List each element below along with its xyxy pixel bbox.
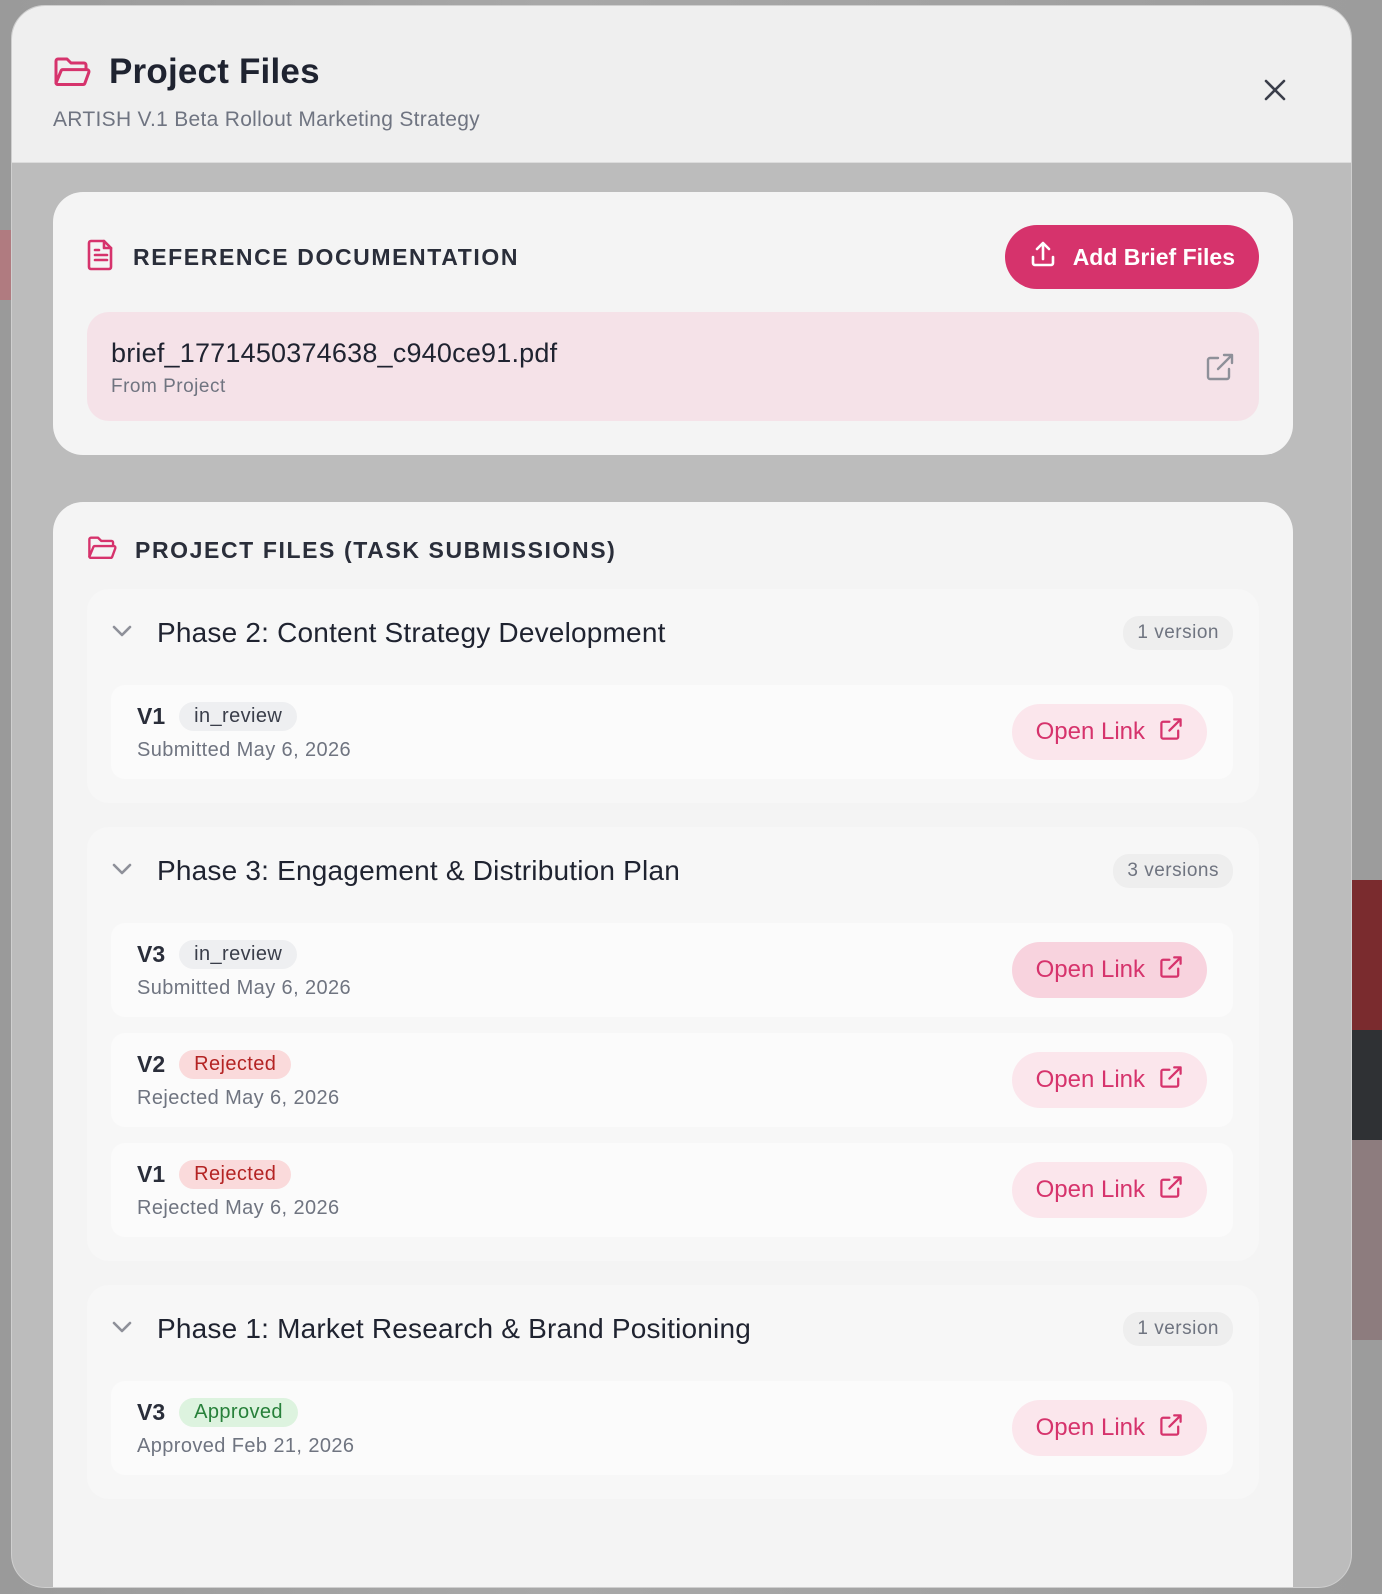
- version-row: V3 Approved Approved Feb 21, 2026 Open L…: [111, 1381, 1233, 1475]
- page-title: Project Files: [109, 52, 320, 91]
- phase-header[interactable]: Phase 1: Market Research & Brand Positio…: [111, 1285, 1233, 1373]
- submissions-section-label: PROJECT FILES (TASK SUBMISSIONS): [135, 536, 617, 563]
- status-badge: Rejected: [179, 1160, 292, 1189]
- project-name-subtitle: ARTISH V.1 Beta Rollout Marketing Strate…: [53, 108, 480, 131]
- version-label: V1: [137, 703, 166, 729]
- open-link-label: Open Link: [1035, 956, 1145, 983]
- status-badge: in_review: [179, 702, 298, 731]
- open-link-button[interactable]: Open Link: [1011, 1162, 1207, 1218]
- add-brief-files-button[interactable]: Add Brief Files: [1004, 225, 1259, 289]
- open-link-label: Open Link: [1035, 1176, 1145, 1203]
- version-row: V1 in_review Submitted May 6, 2026 Open …: [111, 685, 1233, 779]
- brief-file-source: From Project: [111, 376, 226, 397]
- version-label: V1: [137, 1161, 166, 1187]
- folder-open-icon: [87, 535, 117, 566]
- open-link-label: Open Link: [1035, 718, 1145, 745]
- close-icon: [1263, 78, 1287, 107]
- chevron-down-icon[interactable]: [111, 862, 133, 881]
- open-link-label: Open Link: [1035, 1414, 1145, 1441]
- chevron-down-icon[interactable]: [111, 1320, 133, 1339]
- status-badge: Approved: [179, 1398, 298, 1427]
- version-label: V3: [137, 1399, 166, 1425]
- folder-open-icon: [53, 56, 91, 88]
- external-link-icon: [1159, 1065, 1183, 1096]
- add-brief-files-label: Add Brief Files: [1072, 243, 1235, 270]
- chevron-down-icon[interactable]: [111, 624, 133, 643]
- external-link-icon: [1159, 1413, 1183, 1444]
- close-button[interactable]: [1257, 74, 1293, 110]
- version-date: Submitted May 6, 2026: [137, 977, 352, 999]
- version-label: V2: [137, 1051, 166, 1077]
- version-count-badge: 3 versions: [1113, 854, 1233, 888]
- open-link-button[interactable]: Open Link: [1011, 1052, 1207, 1108]
- open-link-button[interactable]: Open Link: [1011, 942, 1207, 998]
- version-row: V1 Rejected Rejected May 6, 2026 Open Li…: [111, 1143, 1233, 1237]
- external-link-icon: [1159, 717, 1183, 748]
- phase-title: Phase 3: Engagement & Distribution Plan: [157, 855, 680, 886]
- version-date: Approved Feb 21, 2026: [137, 1435, 355, 1457]
- open-link-button[interactable]: Open Link: [1011, 1400, 1207, 1456]
- open-link-label: Open Link: [1035, 1066, 1145, 1093]
- external-link-icon: [1159, 1175, 1183, 1206]
- modal-header: Project Files ARTISH V.1 Beta Rollout Ma…: [12, 6, 1351, 163]
- brief-file-name: brief_1771450374638_c940ce91.pdf: [111, 338, 558, 368]
- version-row: V3 in_review Submitted May 6, 2026 Open …: [111, 923, 1233, 1017]
- status-badge: in_review: [179, 940, 298, 969]
- phase-title: Phase 1: Market Research & Brand Positio…: [157, 1313, 751, 1344]
- version-count-badge: 1 version: [1123, 1312, 1233, 1346]
- version-label: V3: [137, 941, 166, 967]
- version-date: Rejected May 6, 2026: [137, 1087, 340, 1109]
- open-link-button[interactable]: Open Link: [1011, 704, 1207, 760]
- version-date: Submitted May 6, 2026: [137, 739, 352, 761]
- version-count-badge: 1 version: [1123, 616, 1233, 650]
- phase-group: Phase 2: Content Strategy Development 1 …: [87, 589, 1259, 803]
- document-icon: [87, 239, 115, 276]
- phase-group: Phase 3: Engagement & Distribution Plan …: [87, 827, 1259, 1261]
- external-link-icon: [1159, 955, 1183, 986]
- project-files-modal: Project Files ARTISH V.1 Beta Rollout Ma…: [11, 5, 1352, 1588]
- status-badge: Rejected: [179, 1050, 292, 1079]
- project-files-card: PROJECT FILES (TASK SUBMISSIONS) Phase 2…: [53, 502, 1293, 1587]
- version-date: Rejected May 6, 2026: [137, 1197, 340, 1219]
- version-row: V2 Rejected Rejected May 6, 2026 Open Li…: [111, 1033, 1233, 1127]
- phase-header[interactable]: Phase 2: Content Strategy Development 1 …: [111, 589, 1233, 677]
- external-link-icon[interactable]: [1205, 352, 1235, 387]
- phase-header[interactable]: Phase 3: Engagement & Distribution Plan …: [111, 827, 1233, 915]
- upload-icon: [1029, 240, 1057, 274]
- phase-group: Phase 1: Market Research & Brand Positio…: [87, 1285, 1259, 1499]
- reference-documentation-card: REFERENCE DOCUMENTATION Add Brief Files …: [53, 192, 1293, 455]
- brief-file-item: brief_1771450374638_c940ce91.pdf From Pr…: [87, 312, 1259, 421]
- reference-section-label: REFERENCE DOCUMENTATION: [133, 243, 520, 270]
- phase-title: Phase 2: Content Strategy Development: [157, 617, 666, 648]
